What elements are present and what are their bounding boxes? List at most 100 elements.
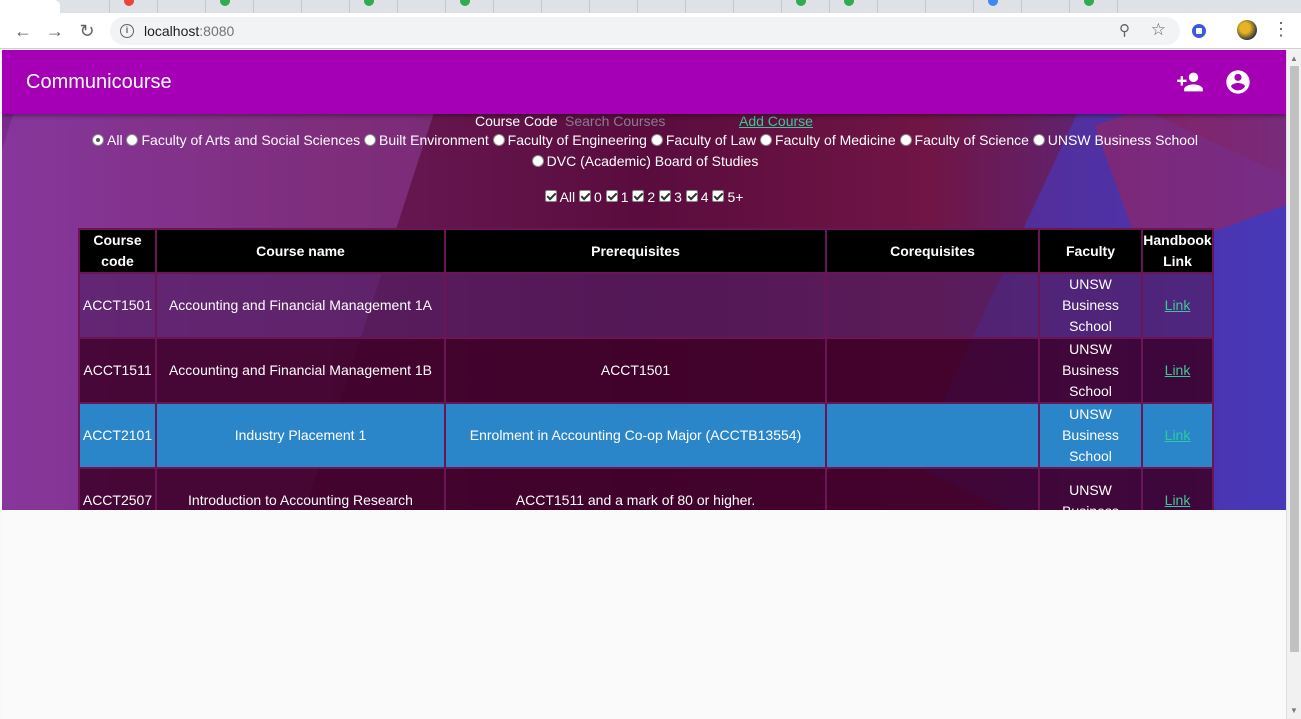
faculty-option-all[interactable]: All xyxy=(92,132,123,148)
level-option-label: 1 xyxy=(620,189,629,205)
cell-faculty: UNSW Business xyxy=(1038,467,1143,510)
browser-tab[interactable] xyxy=(542,0,590,13)
table-row-highlighted[interactable]: ACCT2101 Industry Placement 1 Enrolment … xyxy=(78,402,1214,469)
browser-tab[interactable] xyxy=(62,0,110,13)
reload-icon[interactable]: ↻ xyxy=(74,18,100,44)
column-header-name: Course name xyxy=(155,228,446,274)
browser-tab[interactable] xyxy=(926,0,974,13)
radio-button[interactable] xyxy=(92,134,105,146)
browser-tab[interactable] xyxy=(206,0,254,13)
account-icon[interactable] xyxy=(1224,68,1252,96)
handbook-link[interactable]: Link xyxy=(1165,492,1191,508)
radio-button[interactable] xyxy=(760,134,773,146)
star-icon[interactable]: ☆ xyxy=(1151,20,1166,40)
cell-prereq: ACCT1501 xyxy=(444,337,827,404)
browser-tab[interactable] xyxy=(158,0,206,13)
table-row[interactable]: ACCT1511 Accounting and Financial Manage… xyxy=(78,337,1214,404)
radio-button[interactable] xyxy=(531,155,544,167)
browser-tab[interactable] xyxy=(254,0,302,13)
radio-button[interactable] xyxy=(364,134,377,146)
table-row[interactable]: ACCT2507 Introduction to Accounting Rese… xyxy=(78,467,1214,510)
faculty-option-science[interactable]: Faculty of Science xyxy=(899,132,1029,148)
faculty-option-law[interactable]: Faculty of Law xyxy=(650,132,756,148)
checkbox[interactable] xyxy=(659,190,672,202)
browser-tab[interactable] xyxy=(1022,0,1070,13)
key-icon[interactable]: ⚲ xyxy=(1119,21,1130,39)
cell-coreq xyxy=(825,402,1040,469)
level-option-3[interactable]: 3 xyxy=(659,189,682,205)
handbook-link[interactable]: Link xyxy=(1165,427,1191,443)
radio-button[interactable] xyxy=(650,134,663,146)
address-bar[interactable]: i localhost:8080 ⚲ ☆ xyxy=(110,17,1180,45)
cell-prereq: ACCT1511 and a mark of 80 or higher. xyxy=(444,467,827,510)
faculty-option-dvc[interactable]: DVC (Academic) Board of Studies xyxy=(531,153,758,169)
browser-tab[interactable] xyxy=(974,0,1022,13)
faculty-option-label: Faculty of Arts and Social Sciences xyxy=(141,132,361,148)
scroll-up-icon[interactable]: ▲ xyxy=(1290,54,1298,63)
browser-tab[interactable] xyxy=(1070,0,1118,13)
browser-tab[interactable] xyxy=(302,0,350,13)
checkbox[interactable] xyxy=(685,190,698,202)
browser-tab[interactable] xyxy=(350,0,398,13)
add-user-icon[interactable] xyxy=(1176,68,1204,96)
extension-icon[interactable] xyxy=(1192,24,1206,38)
level-option-2[interactable]: 2 xyxy=(632,189,655,205)
browser-tab[interactable] xyxy=(638,0,686,13)
radio-button[interactable] xyxy=(126,134,139,146)
faculty-option-built-environment[interactable]: Built Environment xyxy=(364,132,489,148)
level-option-4[interactable]: 4 xyxy=(685,189,709,205)
cell-code: ACCT1501 xyxy=(78,272,157,339)
scroll-down-icon[interactable]: ▼ xyxy=(1290,706,1298,715)
browser-tab[interactable] xyxy=(830,0,878,13)
info-icon[interactable]: i xyxy=(120,24,134,38)
search-input[interactable] xyxy=(565,114,725,130)
browser-tab[interactable] xyxy=(686,0,734,13)
cell-handbook: Link xyxy=(1141,402,1214,469)
column-header-handbook: Handbook Link xyxy=(1141,228,1214,274)
level-option-0[interactable]: 0 xyxy=(579,189,602,205)
radio-button[interactable] xyxy=(492,134,505,146)
browser-tab[interactable] xyxy=(494,0,542,13)
browser-tab[interactable] xyxy=(446,0,494,13)
checkbox[interactable] xyxy=(712,190,725,202)
handbook-link[interactable]: Link xyxy=(1165,362,1191,378)
checkbox[interactable] xyxy=(579,190,592,202)
kebab-menu-icon[interactable]: ⋮ xyxy=(1272,19,1290,40)
browser-tab[interactable] xyxy=(878,0,926,13)
browser-tab-active[interactable] xyxy=(0,0,60,13)
cell-name: Accounting and Financial Management 1B xyxy=(155,337,446,404)
checkbox[interactable] xyxy=(544,190,557,202)
level-option-5plus[interactable]: 5+ xyxy=(712,189,743,205)
table-row[interactable]: ACCT1501 Accounting and Financial Manage… xyxy=(78,272,1214,339)
add-course-link[interactable]: Add Course xyxy=(739,114,813,129)
page-scrollbar[interactable]: ▲ ▼ xyxy=(1286,50,1301,719)
checkbox[interactable] xyxy=(632,190,645,202)
browser-toolbar: ← → ↻ i localhost:8080 ⚲ ☆ xyxy=(0,13,1301,49)
faculty-option-arts[interactable]: Faculty of Arts and Social Sciences xyxy=(126,132,360,148)
faculty-option-engineering[interactable]: Faculty of Engineering xyxy=(492,132,647,148)
forward-icon[interactable]: → xyxy=(42,18,68,44)
browser-tab[interactable] xyxy=(398,0,446,13)
level-option-label: 0 xyxy=(594,189,602,205)
level-option-1[interactable]: 1 xyxy=(605,189,629,205)
browser-tab[interactable] xyxy=(590,0,638,13)
cell-name: Industry Placement 1 xyxy=(155,402,446,469)
level-option-all[interactable]: All xyxy=(544,189,576,205)
back-icon[interactable]: ← xyxy=(10,18,36,44)
faculty-option-business[interactable]: UNSW Business School xyxy=(1032,132,1198,148)
faculty-option-medicine[interactable]: Faculty of Medicine xyxy=(760,132,896,148)
level-option-label: 2 xyxy=(647,189,656,205)
browser-tab[interactable] xyxy=(734,0,782,13)
hero-section: Course Code Add Course All Faculty of Ar… xyxy=(2,114,1286,510)
scrollbar-thumb[interactable] xyxy=(1290,66,1299,652)
profile-icon[interactable] xyxy=(1237,20,1257,40)
browser-tab[interactable] xyxy=(782,0,830,13)
url-text: localhost:8080 xyxy=(144,23,234,39)
app-title: Communicourse xyxy=(26,71,172,93)
radio-button[interactable] xyxy=(899,134,912,146)
handbook-link[interactable]: Link xyxy=(1165,297,1191,313)
checkbox[interactable] xyxy=(605,190,618,202)
level-option-label: All xyxy=(559,189,576,205)
radio-button[interactable] xyxy=(1032,134,1045,146)
browser-tab[interactable] xyxy=(110,0,158,13)
